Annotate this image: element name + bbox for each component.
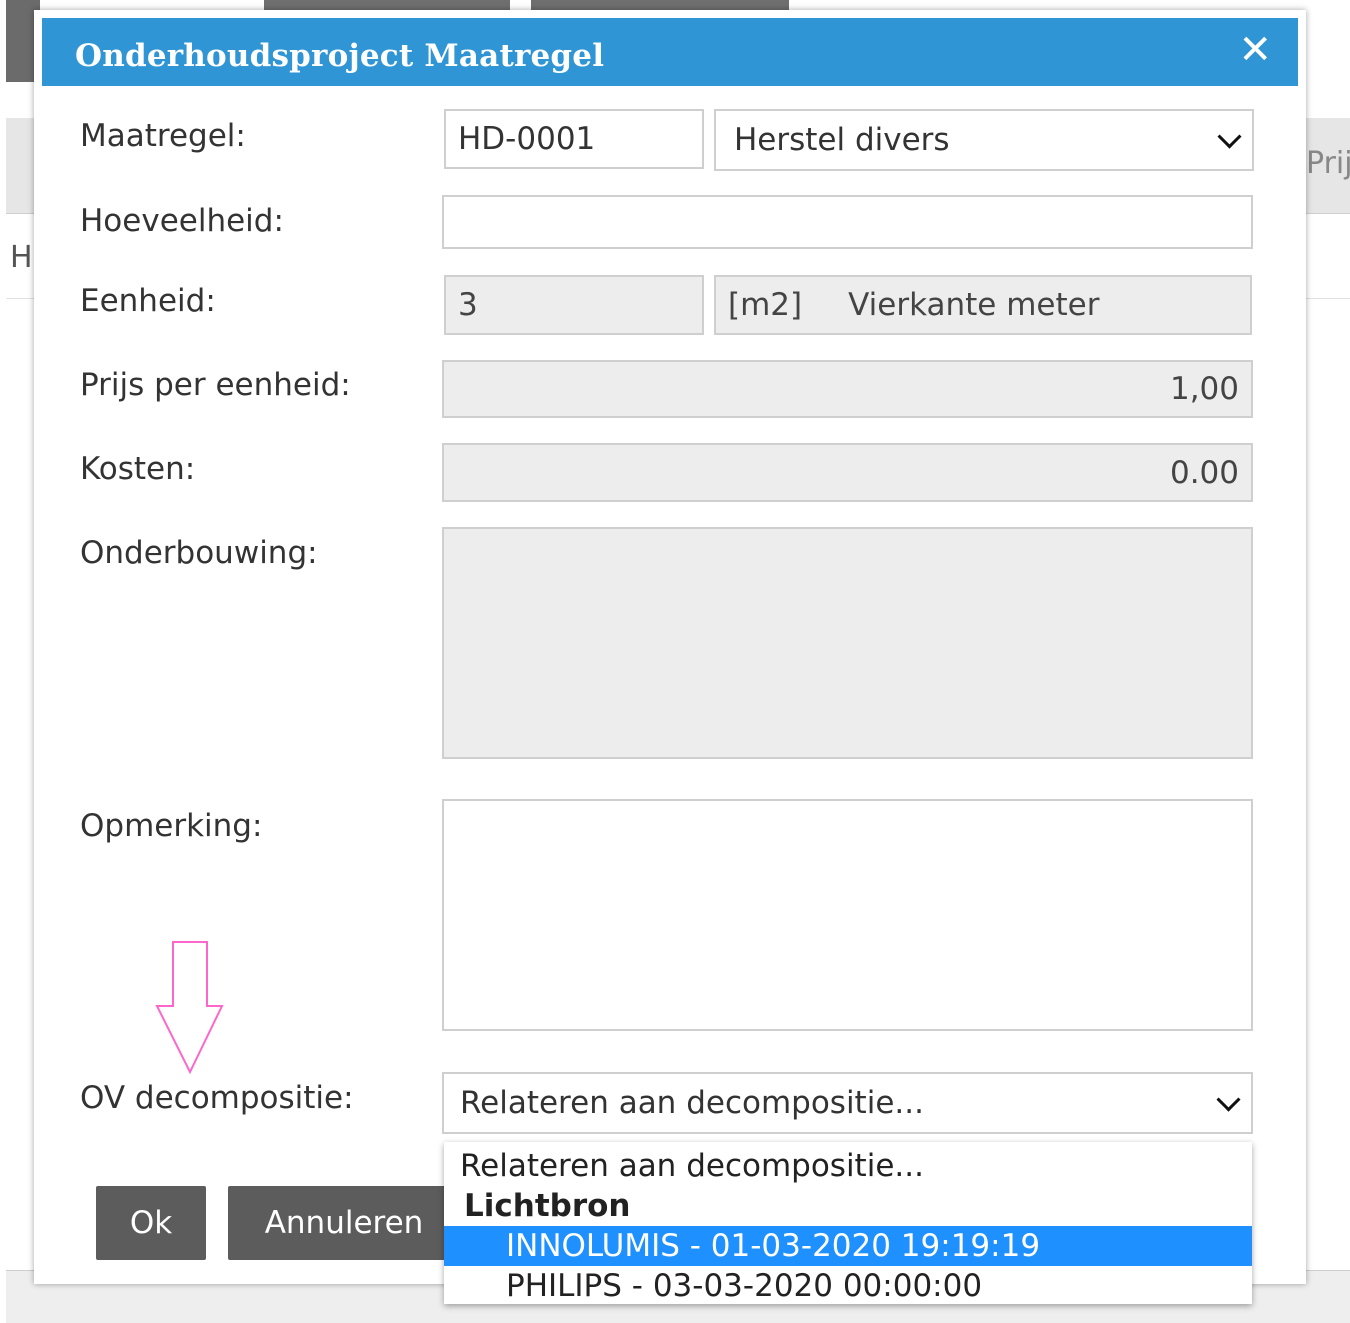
dropdown-option-innolumis[interactable]: INNOLUMIS - 01-03-2020 19:19:19	[444, 1226, 1252, 1266]
eenheid-unit-name: Vierkante meter	[848, 287, 1100, 323]
eenheid-label: Eenheid:	[80, 283, 216, 319]
cancel-button[interactable]: Annuleren	[228, 1186, 460, 1260]
close-icon[interactable]: ✕	[1238, 30, 1272, 70]
ov-decompositie-select-value: Relateren aan decompositie...	[460, 1085, 924, 1121]
ov-decompositie-select[interactable]: Relateren aan decompositie...	[442, 1072, 1253, 1134]
ok-button[interactable]: Ok	[96, 1186, 206, 1260]
dropdown-option-philips[interactable]: PHILIPS - 03-03-2020 00:00:00	[444, 1266, 1252, 1304]
kosten-value: 0.00	[1169, 454, 1239, 491]
maatregel-code-input[interactable]: HD-0001	[444, 109, 704, 169]
ov-decompositie-label: OV decompositie:	[80, 1080, 354, 1116]
onderbouwing-label: Onderbouwing:	[80, 535, 318, 571]
maatregel-select-value: Herstel divers	[734, 122, 950, 158]
ov-decompositie-dropdown-list: Relateren aan decompositie... Lichtbron …	[444, 1142, 1252, 1304]
maatregel-dialog: Onderhoudsproject Maatregel ✕ Maatregel:…	[34, 10, 1306, 1284]
eenheid-code-value: 3	[458, 287, 478, 323]
maatregel-code-value: HD-0001	[458, 121, 596, 157]
prijs-value: 1,00	[1169, 371, 1239, 407]
chevron-down-icon	[1216, 1087, 1241, 1112]
maatregel-select[interactable]: Herstel divers	[714, 109, 1254, 171]
background-column-header: Prij	[1306, 146, 1350, 181]
dialog-title: Onderhoudsproject Maatregel	[75, 38, 605, 74]
opmerking-textarea[interactable]	[442, 799, 1253, 1031]
hoeveelheid-label: Hoeveelheid:	[80, 203, 284, 239]
dialog-titlebar[interactable]: Onderhoudsproject Maatregel ✕	[42, 18, 1298, 86]
prijs-label: Prijs per eenheid:	[80, 367, 351, 403]
kosten-label: Kosten:	[80, 451, 196, 487]
dropdown-option-placeholder[interactable]: Relateren aan decompositie...	[444, 1146, 1252, 1186]
kosten-field: 0.00	[442, 443, 1253, 502]
eenheid-name-field: [m2] Vierkante meter	[714, 275, 1252, 335]
chevron-down-icon	[1217, 124, 1242, 149]
onderbouwing-textarea	[442, 527, 1253, 759]
eenheid-code-field: 3	[444, 275, 704, 335]
background-letter: H	[10, 240, 33, 275]
prijs-field: 1,00	[442, 360, 1253, 418]
down-arrow-annotation-icon	[155, 941, 224, 1075]
dropdown-optgroup-label: Lichtbron	[464, 1188, 631, 1224]
opmerking-label: Opmerking:	[80, 808, 263, 844]
maatregel-label: Maatregel:	[80, 118, 246, 154]
hoeveelheid-input[interactable]	[442, 195, 1253, 249]
eenheid-unit: [m2]	[728, 287, 803, 323]
